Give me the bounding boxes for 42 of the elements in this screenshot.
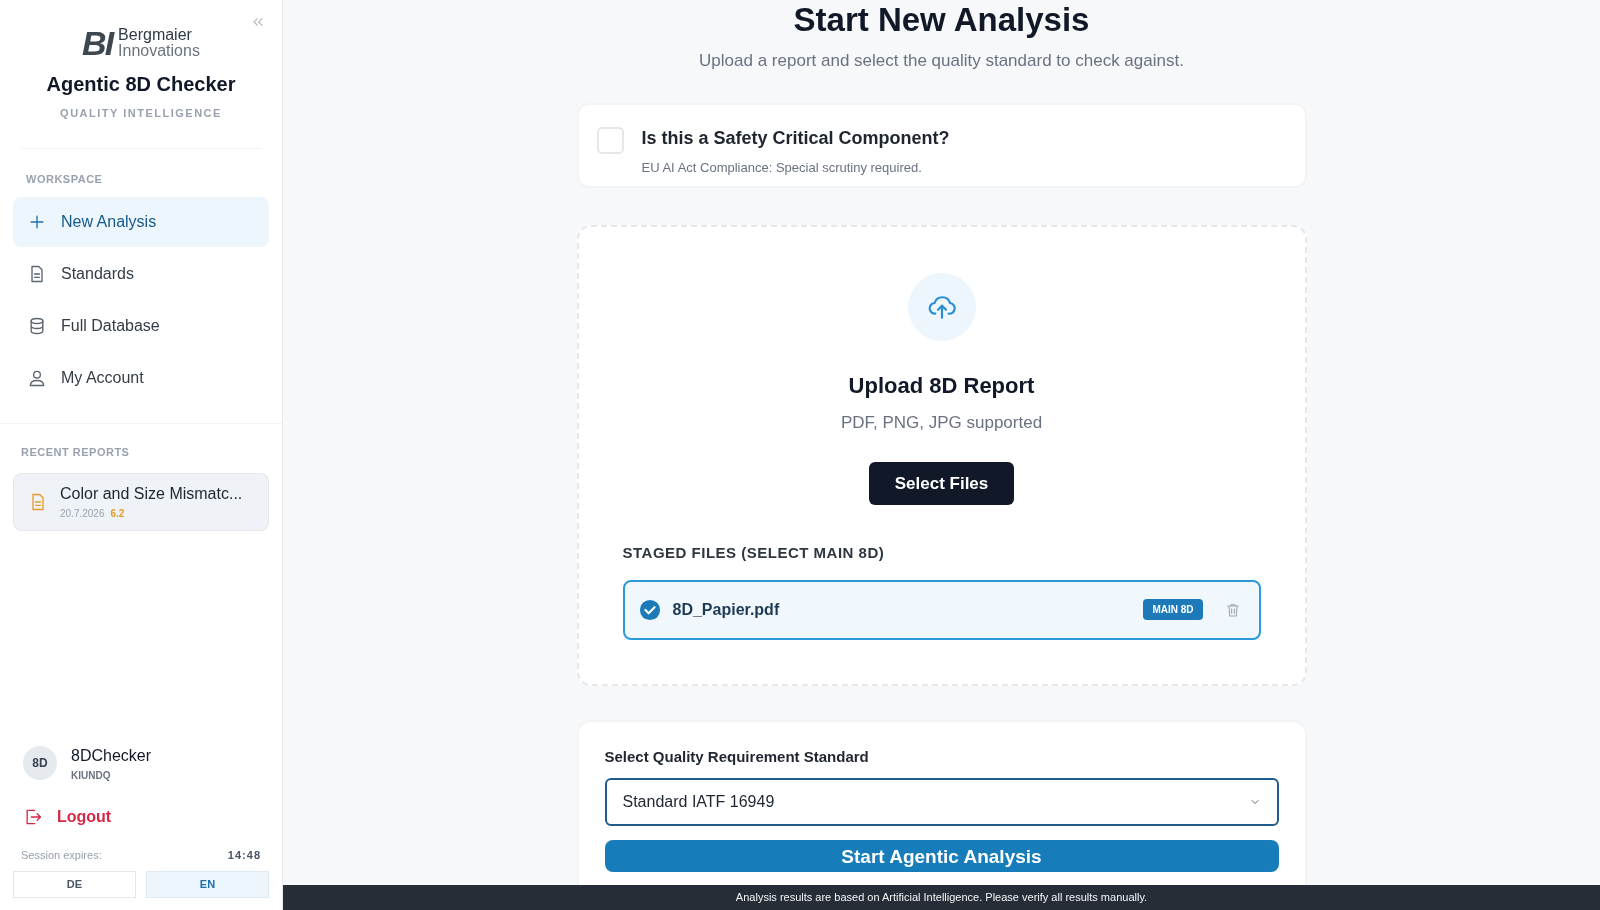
trash-icon[interactable]	[1224, 601, 1241, 618]
main-badge: MAIN 8D	[1143, 599, 1203, 620]
logo-mark: BI	[82, 26, 113, 60]
checkbox[interactable]	[596, 126, 624, 154]
logo-text: Bergmaier	[118, 27, 192, 43]
staged-files-heading: STAGED FILES (SELECT MAIN 8D)	[622, 543, 885, 563]
standard-label: Select Quality Requirement Standard	[604, 746, 870, 767]
page-subtitle: Upload a report and select the quality standard to check against.	[699, 50, 1184, 72]
staged-file-row[interactable]: 8D_Papier.pdf MAIN 8D	[622, 579, 1261, 640]
ai-disclaimer: Analysis results are based on Artificial Intelligence. Please verify all results manually.	[735, 890, 1148, 906]
upload-title: Upload 8D Report	[848, 371, 1035, 400]
standard-select[interactable]: Standard IATF 16949	[604, 778, 1279, 826]
nav-item[interactable]: My Account	[13, 353, 269, 403]
nav-item[interactable]: Full Database	[13, 301, 269, 351]
app-title: Agentic 8D Checker	[46, 72, 236, 97]
report-title: Color and Size Mismatc...	[60, 484, 243, 504]
language-button[interactable]: EN	[146, 871, 269, 898]
nav-item[interactable]: New Analysis	[13, 197, 269, 247]
nav-item[interactable]: Standards	[13, 249, 269, 299]
section-heading: RECENT REPORTS	[20, 445, 131, 460]
recent-report-item[interactable]: Color and Size Mismatc... 20.7.2026 6.2	[13, 472, 269, 531]
select-files-button[interactable]: Select Files	[868, 462, 1015, 505]
avatar: 8D	[23, 746, 57, 780]
start-analysis-button[interactable]: Start Agentic Analysis	[604, 840, 1279, 872]
user-organization: KIUNDQ	[71, 768, 112, 783]
report-score: 6.2	[110, 507, 125, 521]
session-timer: 14:48	[227, 847, 261, 863]
session-label: Session expires:	[21, 847, 102, 863]
language-button[interactable]: DE	[13, 871, 136, 898]
app-subtitle: QUALITY INTELLIGENCE	[60, 106, 222, 121]
safety-note: EU AI Act Compliance: Special scrutiny required.	[641, 158, 923, 177]
page-title: Start New Analysis	[793, 1, 1090, 39]
file-name: 8D_Papier.pdf	[672, 599, 781, 620]
logo-text: Innovations	[118, 43, 200, 59]
upload-formats: PDF, PNG, JPG supported	[840, 411, 1043, 434]
user-name: 8DChecker	[71, 745, 152, 766]
report-date: 20.7.2026	[60, 507, 105, 521]
checked-circle-icon	[638, 598, 661, 621]
section-heading: WORKSPACE	[25, 171, 104, 187]
user-icon	[27, 368, 47, 388]
logout-button[interactable]: Logout	[13, 804, 122, 829]
safety-question: Is this a Safety Critical Component?	[641, 126, 950, 150]
